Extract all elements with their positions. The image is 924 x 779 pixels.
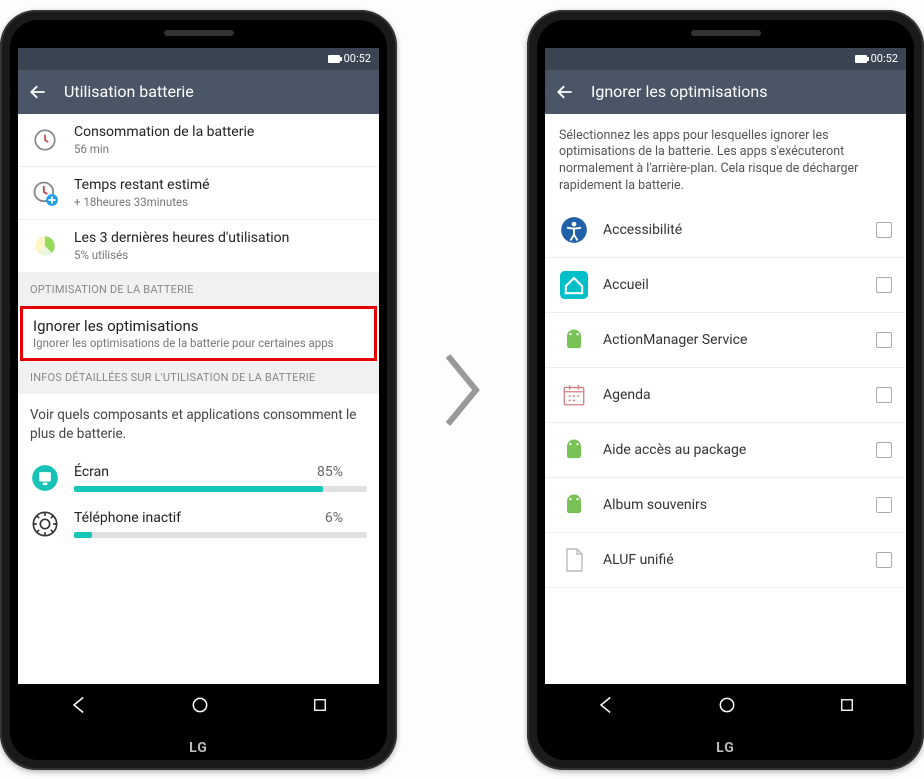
screen-icon [30,463,60,493]
status-time: 00:52 [344,52,371,65]
transition-arrow-icon [437,350,487,430]
usage-screen[interactable]: Écran 85% [18,455,379,501]
pie-icon [30,231,60,261]
ignore-title: Ignorer les optimisations [33,317,364,335]
battery-icon [855,55,867,63]
usage-pct: 85% [317,464,343,480]
details-intro: Voir quels composants et applications co… [18,394,379,454]
gear-icon [30,509,60,539]
app-row-home[interactable]: Accueil [545,258,906,313]
status-time: 00:52 [871,52,898,65]
nav-recent-icon[interactable] [311,696,329,714]
page-title: Utilisation batterie [64,82,194,101]
usage-bar [74,532,367,538]
android-icon [559,435,589,465]
ignore-optimizations-item[interactable]: Ignorer les optimisations Ignorer les op… [20,306,377,362]
app-name: Aide accès au package [603,442,862,458]
app-name: Accueil [603,277,862,293]
section-details: INFOS DÉTAILLÉES SUR L'UTILISATION DE LA… [18,361,379,394]
app-row-agenda[interactable]: Agenda [545,368,906,423]
app-name: ALUF unifié [603,552,862,568]
nav-home-icon[interactable] [717,695,737,715]
phone-logo: LG [537,734,914,760]
usage-name: Téléphone inactif [74,510,181,526]
ignore-sub: Ignorer les optimisations de la batterie… [33,337,364,351]
usage-pct: 6% [325,510,343,526]
phone-right: 00:52 Ignorer les optimisations Sélectio… [527,10,924,770]
battery-consumption-row[interactable]: Consommation de la batterie 56 min [18,114,379,167]
app-row-package-help[interactable]: Aide accès au package [545,423,906,478]
back-icon[interactable] [28,82,48,102]
row-title: Temps restant estimé [74,177,367,193]
status-bar: 00:52 [545,48,906,70]
app-row-album[interactable]: Album souvenirs [545,478,906,533]
page-title: Ignorer les optimisations [591,82,768,101]
back-icon[interactable] [555,82,575,102]
usage-idle[interactable]: Téléphone inactif 6% [18,501,379,547]
clock-plus-icon [30,178,60,208]
accessibility-icon [559,215,589,245]
content-left: Consommation de la batterie 56 min Temps… [18,114,379,684]
checkbox[interactable] [876,332,892,348]
android-icon [559,490,589,520]
app-name: Accessibilité [603,222,862,238]
checkbox[interactable] [876,277,892,293]
checkbox[interactable] [876,387,892,403]
battery-icon [328,55,340,63]
nav-recent-icon[interactable] [838,696,856,714]
nav-back-icon[interactable] [69,695,89,715]
app-name: Album souvenirs [603,497,862,513]
row-title: Les 3 dernières heures d'utilisation [74,230,367,246]
app-bar: Utilisation batterie [18,70,379,114]
last-hours-row[interactable]: Les 3 dernières heures d'utilisation 5% … [18,220,379,273]
app-row-actionmanager[interactable]: ActionManager Service [545,313,906,368]
checkbox[interactable] [876,222,892,238]
nav-back-icon[interactable] [596,695,616,715]
status-bar: 00:52 [18,48,379,70]
usage-name: Écran [74,464,109,480]
checkbox[interactable] [876,497,892,513]
app-bar: Ignorer les optimisations [545,70,906,114]
description-text: Sélectionnez les apps pour lesquelles ig… [545,114,906,204]
app-row-accessibility[interactable]: Accessibilité [545,203,906,258]
checkbox[interactable] [876,552,892,568]
section-optimization: OPTIMISATION DE LA BATTERIE [18,273,379,306]
checkbox[interactable] [876,442,892,458]
row-sub: 5% utilisés [74,248,367,262]
document-icon [559,545,589,575]
home-icon [559,270,589,300]
clock-icon [30,125,60,155]
app-row-aluf[interactable]: ALUF unifié [545,533,906,588]
nav-bar [545,684,906,726]
nav-bar [18,684,379,726]
nav-home-icon[interactable] [190,695,210,715]
calendar-icon [559,380,589,410]
usage-bar [74,486,367,492]
app-name: ActionManager Service [603,332,862,348]
row-title: Consommation de la batterie [74,124,367,140]
row-sub: + 18heures 33minutes [74,195,367,209]
speaker [691,30,761,36]
content-right: Sélectionnez les apps pour lesquelles ig… [545,114,906,684]
row-sub: 56 min [74,142,367,156]
app-name: Agenda [603,387,862,403]
phone-left: 00:52 Utilisation batterie Consommation … [0,10,397,770]
speaker [164,30,234,36]
phone-logo: LG [10,734,387,760]
android-icon [559,325,589,355]
time-remaining-row[interactable]: Temps restant estimé + 18heures 33minute… [18,167,379,220]
